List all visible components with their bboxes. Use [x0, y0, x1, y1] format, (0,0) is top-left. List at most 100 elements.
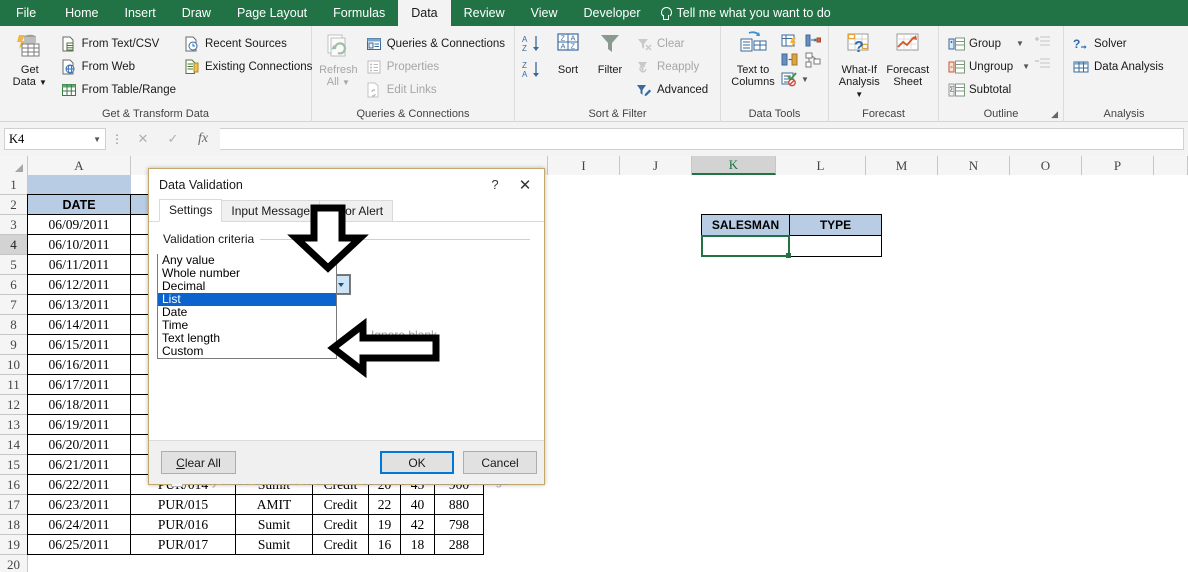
row-header-18[interactable]: 18	[0, 515, 28, 535]
edit-links-button[interactable]: Edit Links	[363, 79, 508, 100]
cell-a15[interactable]: 06/21/2011	[27, 454, 131, 475]
cell-l4-type-input[interactable]	[789, 235, 882, 257]
close-icon[interactable]: ✕	[510, 172, 540, 198]
ribbon-tab-page-layout[interactable]: Page Layout	[224, 0, 320, 26]
row-header-2[interactable]: 2	[0, 195, 28, 215]
consolidate-icon[interactable]	[805, 33, 821, 49]
column-header-k[interactable]: K	[692, 156, 776, 175]
ribbon-tab-file[interactable]: File	[0, 0, 52, 26]
cell-e17[interactable]: 22	[368, 494, 401, 515]
cell-e19[interactable]: 16	[368, 534, 401, 555]
subtotal-button[interactable]: Σ Subtotal	[945, 79, 1033, 100]
tab-error-alert[interactable]: Error Alert	[319, 200, 394, 221]
allow-option-decimal[interactable]: Decimal	[158, 280, 336, 293]
forecast-sheet-button[interactable]: Forecast Sheet	[884, 30, 933, 88]
row-header-13[interactable]: 13	[0, 415, 28, 435]
cell-a8[interactable]: 06/14/2011	[27, 314, 131, 335]
row-header-8[interactable]: 8	[0, 315, 28, 335]
ungroup-button[interactable]: Ungroup ▼	[945, 56, 1033, 77]
cell-a9[interactable]: 06/15/2011	[27, 334, 131, 355]
what-if-analysis-button[interactable]: ? What-If Analysis ▼	[835, 30, 884, 101]
type-header-cell[interactable]: TYPE	[789, 214, 882, 236]
ribbon-tab-insert[interactable]: Insert	[112, 0, 169, 26]
row-header-14[interactable]: 14	[0, 435, 28, 455]
clear-filter-button[interactable]: Clear	[633, 33, 711, 54]
cell-b17[interactable]: PUR/015	[130, 494, 236, 515]
row-header-17[interactable]: 17	[0, 495, 28, 515]
column-header-a[interactable]: A	[28, 156, 131, 175]
ribbon-tab-review[interactable]: Review	[451, 0, 518, 26]
tell-me-box[interactable]: Tell me what you want to do	[654, 0, 841, 26]
cell-g18[interactable]: 798	[434, 514, 484, 535]
row-header-12[interactable]: 12	[0, 395, 28, 415]
cell-a4[interactable]: 06/10/2011	[27, 234, 131, 255]
existing-connections-button[interactable]: Existing Connections	[181, 56, 312, 77]
cell-a19[interactable]: 06/25/2011	[27, 534, 131, 555]
dialog-launcher-icon[interactable]: ◢	[1051, 109, 1058, 120]
tab-settings[interactable]: Settings	[159, 199, 223, 222]
row-header-11[interactable]: 11	[0, 375, 28, 395]
queries-connections-button[interactable]: Queries & Connections	[363, 33, 508, 54]
cell-a18[interactable]: 06/24/2011	[27, 514, 131, 535]
cell-a2[interactable]: DATE	[27, 194, 131, 215]
properties-button[interactable]: Properties	[363, 56, 508, 77]
data-analysis-button[interactable]: Data Analysis	[1070, 56, 1167, 77]
row-header-16[interactable]: 16	[0, 475, 28, 495]
tab-input-message[interactable]: Input Message	[221, 200, 321, 221]
sort-descending-icon[interactable]: Z A	[521, 60, 543, 80]
salesman-header-cell[interactable]: SALESMAN	[701, 214, 790, 236]
sort-button[interactable]: Z A A Z Sort	[547, 30, 589, 76]
column-header-l[interactable]: L	[776, 156, 866, 175]
confirm-icon[interactable]: ✓	[158, 128, 188, 150]
row-header-15[interactable]: 15	[0, 455, 28, 475]
column-header-j[interactable]: J	[620, 156, 692, 175]
reapply-button[interactable]: Reapply	[633, 56, 711, 77]
row-header-4[interactable]: 4	[0, 235, 28, 255]
cancel-button[interactable]: Cancel	[463, 451, 537, 474]
show-detail-icon[interactable]	[1035, 35, 1051, 51]
ribbon-tab-formulas[interactable]: Formulas	[320, 0, 398, 26]
cell-d19[interactable]: Credit	[312, 534, 369, 555]
cell-g19[interactable]: 288	[434, 534, 484, 555]
name-box[interactable]: K4 ▼	[4, 128, 106, 150]
row-header-6[interactable]: 6	[0, 275, 28, 295]
refresh-all-button[interactable]: Refresh All ▼	[318, 30, 359, 89]
row-header-7[interactable]: 7	[0, 295, 28, 315]
get-data-button[interactable]: Get Data ▼	[6, 30, 54, 89]
allow-option-custom[interactable]: Custom	[158, 345, 336, 358]
column-header-n[interactable]: N	[938, 156, 1010, 175]
from-web-button[interactable]: From Web	[58, 56, 179, 77]
advanced-filter-button[interactable]: Advanced	[633, 79, 711, 100]
cell-a11[interactable]: 06/17/2011	[27, 374, 131, 395]
cell-e18[interactable]: 19	[368, 514, 401, 535]
column-header-i[interactable]: I	[548, 156, 620, 175]
filter-button[interactable]: Filter	[589, 30, 631, 76]
row-header-20[interactable]: 20	[0, 555, 28, 572]
data-validation-dropdown-icon[interactable]: ▼	[801, 75, 809, 84]
cell-c17[interactable]: AMIT	[235, 494, 313, 515]
row-header-19[interactable]: 19	[0, 535, 28, 555]
ribbon-tab-developer[interactable]: Developer	[571, 0, 654, 26]
ribbon-tab-draw[interactable]: Draw	[169, 0, 224, 26]
ignore-blank-checkbox[interactable]: Ignore blank	[354, 328, 437, 342]
text-to-columns-button[interactable]: Text to Columns	[727, 30, 779, 88]
cell-a12[interactable]: 06/18/2011	[27, 394, 131, 415]
cell-a10[interactable]: 06/16/2011	[27, 354, 131, 375]
cell-a13[interactable]: 06/19/2011	[27, 414, 131, 435]
cell-f19[interactable]: 18	[400, 534, 435, 555]
cell-a7[interactable]: 06/13/2011	[27, 294, 131, 315]
cell-b18[interactable]: PUR/016	[130, 514, 236, 535]
cell-d18[interactable]: Credit	[312, 514, 369, 535]
recent-sources-button[interactable]: Recent Sources	[181, 33, 305, 54]
group-button[interactable]: Group ▼	[945, 33, 1033, 54]
cell-a5[interactable]: 06/11/2011	[27, 254, 131, 275]
help-icon[interactable]: ?	[480, 172, 510, 198]
sort-ascending-icon[interactable]: A Z	[521, 34, 543, 54]
ribbon-tab-view[interactable]: View	[518, 0, 571, 26]
relationships-icon[interactable]	[805, 52, 821, 68]
cancel-icon[interactable]: ✕	[128, 128, 158, 150]
row-header-9[interactable]: 9	[0, 335, 28, 355]
remove-duplicates-icon[interactable]	[781, 52, 798, 68]
solver-button[interactable]: ? Solver	[1070, 33, 1167, 54]
row-header-10[interactable]: 10	[0, 355, 28, 375]
